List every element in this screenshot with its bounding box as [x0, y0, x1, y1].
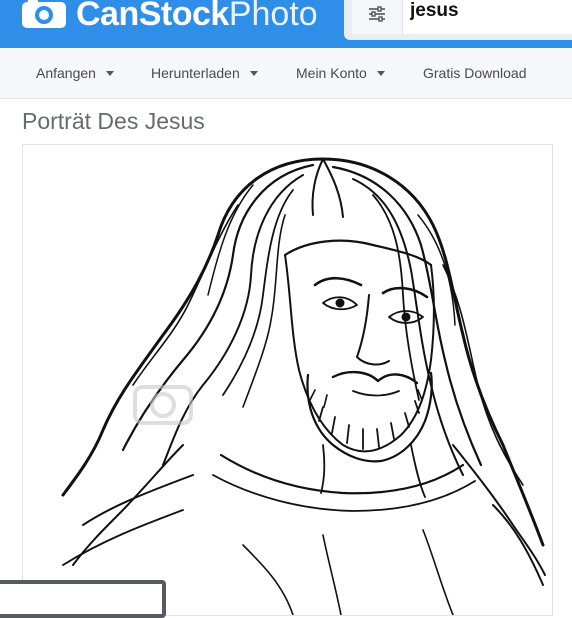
search-filter-button[interactable]	[352, 0, 403, 34]
search-field-wrapper	[352, 0, 572, 34]
nav-item-label: Herunterladen	[151, 65, 240, 81]
search-bar	[344, 0, 572, 40]
caret-down-icon	[249, 70, 258, 76]
sliders-icon	[369, 6, 385, 22]
caret-down-icon	[376, 70, 385, 76]
image-preview[interactable]	[22, 144, 553, 616]
cookie-widget[interactable]	[0, 580, 166, 618]
watermark	[133, 373, 473, 433]
nav-item-herunterladen[interactable]: Herunterladen	[151, 48, 258, 98]
nav-item-label: Gratis Download	[423, 65, 527, 81]
page-title: Porträt Des Jesus	[22, 108, 205, 134]
site-logo[interactable]: CanStock Photo	[20, 0, 318, 34]
main-nav: Anfangen Herunterladen Mein Konto Gratis…	[0, 48, 572, 99]
nav-item-label: Mein Konto	[296, 65, 367, 81]
logo-text-bold: CanStock	[76, 0, 229, 33]
nav-item-label: Anfangen	[36, 65, 96, 81]
caret-down-icon	[105, 70, 114, 76]
camera-logo-icon	[22, 0, 66, 28]
nav-item-mein-konto[interactable]: Mein Konto	[296, 48, 385, 98]
search-input[interactable]	[410, 0, 570, 28]
nav-item-gratis-download[interactable]: Gratis Download	[423, 48, 527, 98]
top-bar: CanStock Photo	[0, 0, 572, 48]
camera-watermark-icon	[133, 385, 193, 425]
nav-item-anfangen[interactable]: Anfangen	[36, 48, 114, 98]
logo-text-light: Photo	[228, 0, 318, 33]
